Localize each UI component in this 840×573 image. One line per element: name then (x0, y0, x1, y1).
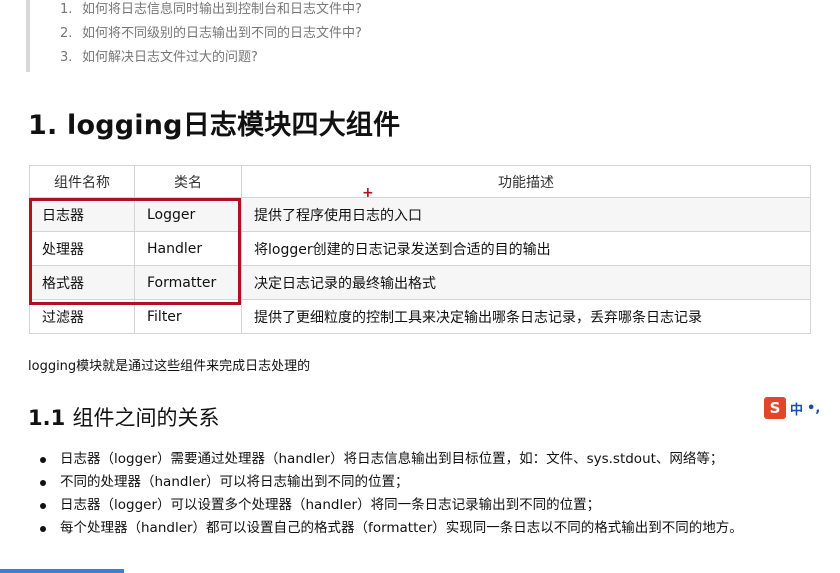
toc-blockquote: 1. 如何将日志信息同时输出到控制台和日志文件中? 2. 如何将不同级别的日志输出到… (26, 0, 526, 72)
list-item: 不同的处理器（handler）可以将日志输出到不同的位置； (40, 471, 810, 494)
cell-description: 将logger创建的日志记录发送到合适的目的输出 (241, 231, 811, 266)
cell-class: Filter (134, 299, 242, 334)
column-header: 组件名称 (29, 165, 135, 198)
ime-mode-toggle[interactable]: 中 (790, 399, 803, 418)
toc-item[interactable]: 3. 如何解决日志文件过大的问题? (60, 46, 526, 70)
column-header: 功能描述 (241, 165, 811, 198)
summary-paragraph: logging模块就是通过这些组件来完成日志处理的 (28, 359, 311, 374)
cell-component: 处理器 (29, 231, 135, 266)
sogou-logo-icon[interactable]: S (764, 397, 786, 419)
ime-toolbar[interactable]: S 中 •, (764, 397, 820, 419)
cell-component: 过滤器 (29, 299, 135, 334)
toc-item-number: 2. (60, 26, 73, 41)
table-row: 日志器 Logger 提供了程序使用日志的入口 (29, 197, 811, 232)
subsection-heading: 1.1 组件之间的关系 (28, 402, 220, 432)
cell-class: Handler (134, 231, 242, 266)
toc-item-number: 3. (60, 50, 73, 65)
cell-description: 决定日志记录的最终输出格式 (241, 265, 811, 300)
progress-strip (0, 569, 124, 573)
subsection-number: 1.1 (28, 406, 66, 430)
cell-description: 提供了更细粒度的控制工具来决定输出哪条日志记录，丢弃哪条日志记录 (241, 299, 811, 334)
crosshair-cursor-icon: + (362, 185, 374, 201)
cell-component: 日志器 (29, 197, 135, 232)
cell-component: 格式器 (29, 265, 135, 300)
cell-class: Formatter (134, 265, 242, 300)
list-item: 日志器（logger）可以设置多个处理器（handler）将同一条日志记录输出到… (40, 494, 810, 517)
ime-punctuation-toggle[interactable]: •, (807, 401, 820, 416)
cell-description: 提供了程序使用日志的入口 (241, 197, 811, 232)
components-table: 组件名称 类名 功能描述 日志器 Logger 提供了程序使用日志的入口 处理器… (29, 165, 811, 334)
toc-list: 1. 如何将日志信息同时输出到控制台和日志文件中? 2. 如何将不同级别的日志输出到… (60, 0, 526, 70)
table-row: 格式器 Formatter 决定日志记录的最终输出格式 (29, 265, 811, 300)
toc-item-text: 如何解决日志文件过大的问题? (82, 50, 258, 65)
relations-list: 日志器（logger）需要通过处理器（handler）将日志信息输出到目标位置，… (40, 448, 810, 540)
cell-class: Logger (134, 197, 242, 232)
toc-item[interactable]: 1. 如何将日志信息同时输出到控制台和日志文件中? (60, 0, 526, 22)
toc-item-number: 1. (60, 2, 73, 17)
list-item: 每个处理器（handler）都可以设置自己的格式器（formatter）实现同一… (40, 517, 810, 540)
table-row: 处理器 Handler 将logger创建的日志记录发送到合适的目的输出 (29, 231, 811, 266)
toc-item[interactable]: 2. 如何将不同级别的日志输出到不同的日志文件中? (60, 22, 526, 46)
column-header: 类名 (134, 165, 242, 198)
document-page: 1. 如何将日志信息同时输出到控制台和日志文件中? 2. 如何将不同级别的日志输出到… (0, 0, 840, 573)
list-item: 日志器（logger）需要通过处理器（handler）将日志信息输出到目标位置，… (40, 448, 810, 471)
section-heading: 1. logging日志模块四大组件 (28, 110, 401, 141)
table-row: 过滤器 Filter 提供了更细粒度的控制工具来决定输出哪条日志记录，丢弃哪条日… (29, 299, 811, 334)
table-header-row: 组件名称 类名 功能描述 (29, 165, 811, 198)
subsection-title: 组件之间的关系 (72, 406, 220, 430)
toc-item-text: 如何将日志信息同时输出到控制台和日志文件中? (82, 2, 362, 17)
toc-item-text: 如何将不同级别的日志输出到不同的日志文件中? (82, 26, 362, 41)
